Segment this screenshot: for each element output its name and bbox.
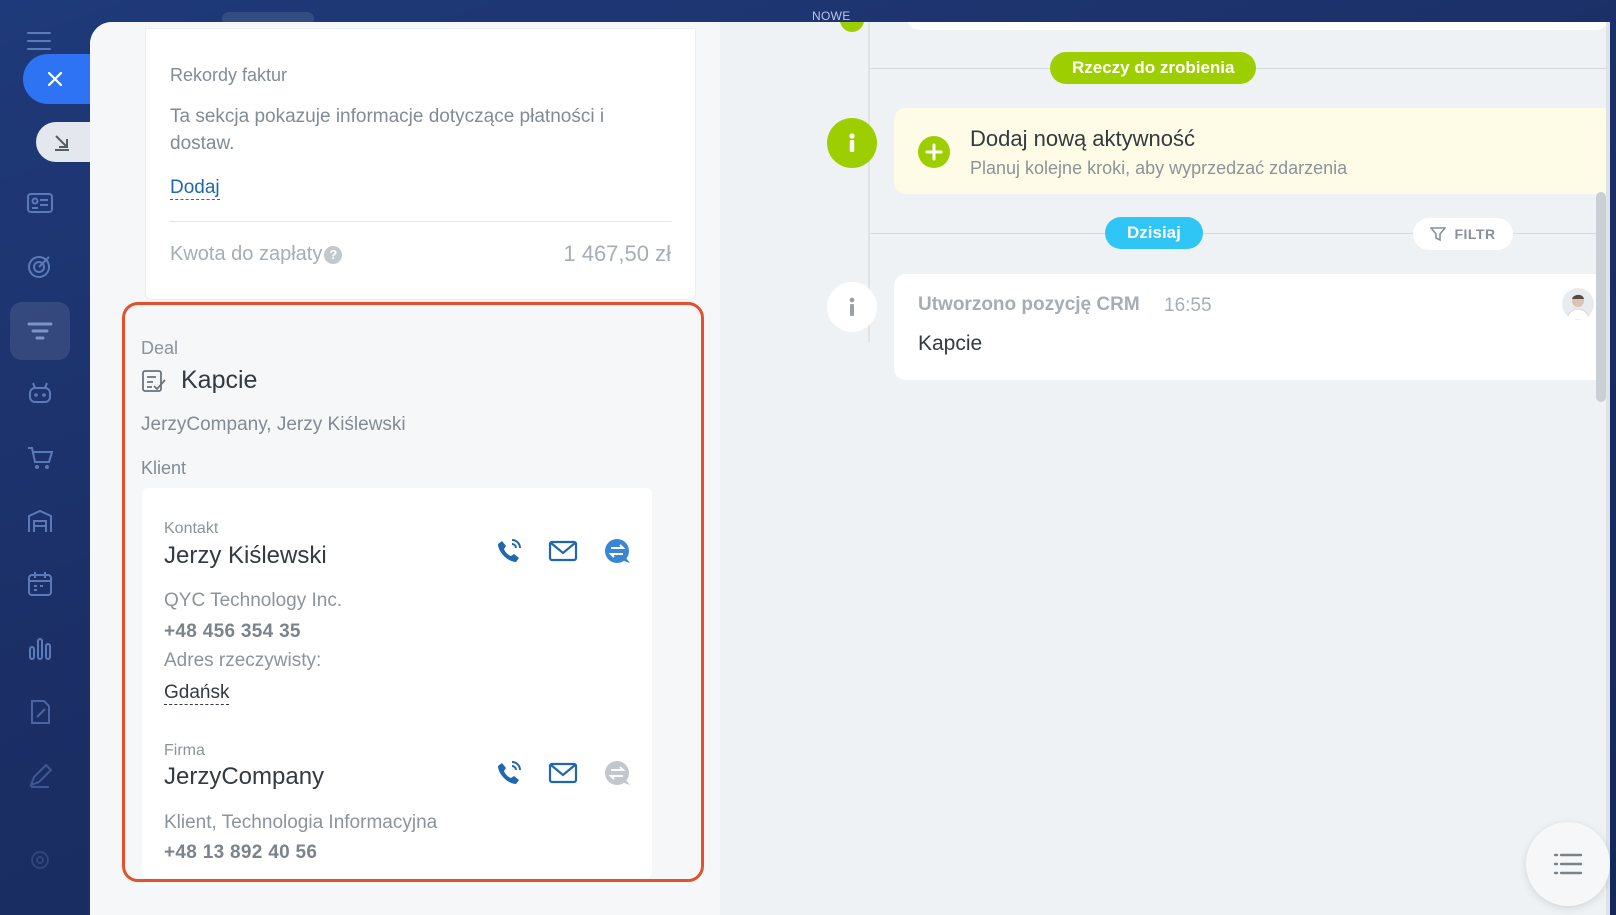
divider (170, 221, 671, 222)
left-sidebar (0, 0, 96, 915)
contact-card-icon[interactable] (22, 185, 58, 221)
contact-actions (494, 536, 632, 566)
target-icon[interactable] (22, 248, 58, 284)
amount-due-value: 1 467,50 zł (563, 241, 671, 266)
event-card: Utworzono pozycję CRM 16:55 Kapcie (894, 274, 1610, 380)
contact-name[interactable]: Jerzy Kiślewski (164, 542, 327, 570)
company-details: Klient, Technologia Informacyjna (164, 812, 438, 833)
background-stage-label: NOWE (812, 9, 851, 23)
email-icon[interactable] (548, 536, 578, 566)
collapse-icon (55, 135, 69, 151)
contact-phone[interactable]: +48 456 354 35 (164, 621, 301, 643)
info-icon (827, 282, 877, 332)
menu-icon[interactable] (27, 32, 51, 50)
deal-subtitle: JerzyCompany, Jerzy Kiślewski (141, 414, 406, 435)
timeline-stub (840, 22, 864, 32)
amount-due-label: Kwota do zapłaty ? (170, 243, 343, 266)
plus-icon[interactable] (918, 136, 950, 168)
funnel-icon[interactable] (10, 302, 70, 360)
close-icon (47, 71, 63, 87)
client-card: Kontakt Jerzy Kiślewski QYC Technology I… (142, 488, 652, 878)
avatar[interactable] (1562, 288, 1594, 320)
scroll-track (1606, 22, 1610, 915)
contact-type-label: Kontakt (164, 520, 219, 537)
previous-card-edge (906, 22, 1610, 30)
deal-title-row[interactable]: Kapcie (141, 366, 257, 395)
new-activity-subtitle: Planuj kolejne kroki, aby wyprzedzać zda… (970, 158, 1348, 178)
company-type-label: Firma (164, 742, 205, 759)
company-actions (494, 758, 632, 788)
calendar-icon[interactable] (22, 566, 58, 602)
invoice-add-link[interactable]: Dodaj (170, 177, 220, 200)
chat-icon[interactable] (602, 536, 632, 566)
invoice-description: Ta sekcja pokazuje informacje dotyczące … (170, 106, 605, 154)
document-edit-icon[interactable] (22, 694, 58, 730)
company-phone[interactable]: +48 13 892 40 56 (164, 842, 317, 864)
phone-icon[interactable] (494, 536, 524, 566)
timeline-column: Rzeczy do zrobienia Dodaj nową aktywność… (720, 22, 1610, 915)
event-time: 16:55 (1164, 295, 1212, 316)
warehouse-icon[interactable] (22, 503, 58, 539)
invoice-title: Rekordy faktur (170, 65, 288, 85)
cart-icon[interactable] (22, 440, 58, 476)
contact-address-city[interactable]: Gdańsk (164, 682, 230, 705)
contact-company: QYC Technology Inc. (164, 590, 343, 611)
company-name[interactable]: JerzyCompany (164, 763, 324, 791)
email-icon[interactable] (548, 758, 578, 788)
today-badge: Dzisiaj (1105, 217, 1203, 249)
filter-label: FILTR (1454, 226, 1496, 242)
filter-icon (1430, 227, 1447, 242)
menu-button[interactable] (1526, 822, 1610, 906)
details-column: Rekordy faktur Ta sekcja pokazuje inform… (90, 22, 720, 915)
help-icon[interactable]: ? (324, 245, 343, 264)
chart-icon[interactable] (22, 630, 58, 666)
minimize-slider-button[interactable] (36, 122, 96, 162)
close-slider-button[interactable] (23, 54, 95, 104)
deal-label: Deal (141, 338, 179, 358)
deal-title: Kapcie (181, 366, 258, 394)
chat-icon-disabled (605, 761, 630, 785)
pen-icon[interactable] (22, 758, 58, 794)
robot-icon[interactable] (22, 375, 58, 411)
invoice-records-card: Rekordy faktur Ta sekcja pokazuje inform… (145, 28, 696, 300)
filter-button[interactable]: FILTR (1413, 218, 1513, 250)
new-activity-title: Dodaj nową aktywność (970, 126, 1196, 151)
scrollbar[interactable] (1596, 192, 1606, 402)
settings-icon[interactable] (22, 842, 58, 878)
phone-icon[interactable] (494, 758, 524, 788)
client-section-label: Klient (141, 458, 187, 478)
contact-address-label: Adres rzeczywisty: (164, 650, 322, 671)
event-body: Kapcie (918, 332, 983, 355)
deal-slider-panel: Rekordy faktur Ta sekcja pokazuje inform… (90, 22, 1610, 915)
event-title: Utworzono pozycję CRM (918, 294, 1140, 315)
deal-checklist-icon (142, 369, 166, 392)
new-activity-card[interactable]: Dodaj nową aktywność Planuj kolejne krok… (894, 108, 1610, 194)
todo-badge: Rzeczy do zrobienia (1050, 52, 1257, 84)
list-menu-icon (1553, 853, 1583, 875)
amount-due-text: Kwota do zapłaty (170, 243, 323, 265)
info-icon (827, 118, 877, 168)
